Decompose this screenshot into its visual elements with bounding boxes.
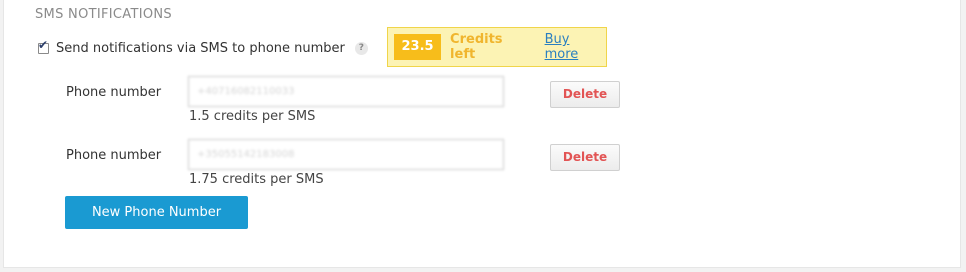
credits-per-sms: 1.75 credits per SMS [189, 172, 324, 187]
credits-box: 23.5 Credits left Buy more [387, 27, 607, 67]
phone-number-input[interactable] [188, 76, 504, 107]
phone-number-input[interactable] [188, 139, 504, 170]
delete-phone-button[interactable]: Delete [550, 144, 620, 171]
sms-option-row: ✔ Send notifications via SMS to phone nu… [38, 38, 368, 58]
phone-number-label: Phone number [66, 148, 162, 163]
phone-number-label: Phone number [66, 85, 162, 100]
credits-per-sms: 1.5 credits per SMS [189, 109, 316, 124]
section-title: SMS NOTIFICATIONS [35, 7, 172, 22]
new-phone-number-button[interactable]: New Phone Number [65, 196, 248, 229]
buy-more-link[interactable]: Buy more [545, 32, 606, 62]
sms-notifications-panel: SMS NOTIFICATIONS ✔ Send notifications v… [3, 0, 961, 268]
sms-option-label: Send notifications via SMS to phone numb… [56, 40, 345, 56]
delete-phone-button[interactable]: Delete [550, 81, 620, 108]
checkmark-icon: ✔ [38, 37, 49, 52]
sms-enable-checkbox[interactable]: ✔ [38, 39, 49, 54]
question-icon[interactable]: ? [354, 41, 368, 55]
credits-amount-badge: 23.5 [394, 34, 442, 60]
credits-left-label: Credits left [450, 32, 503, 62]
